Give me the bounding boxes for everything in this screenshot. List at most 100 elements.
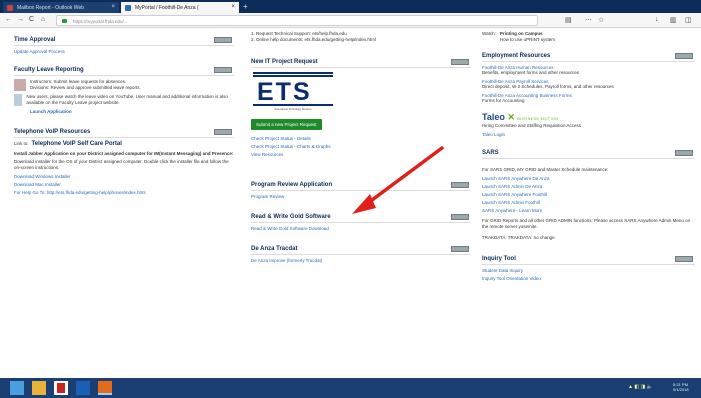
read-write-panel: Read & Write Gold Software Read & Write … xyxy=(251,211,471,231)
sars-note: For GRID Reports and all other GRID ADMI… xyxy=(482,218,691,229)
launch-application-link[interactable]: Launch Application xyxy=(30,109,234,114)
panel-title: Time Approval xyxy=(14,34,234,46)
leave-icon xyxy=(14,79,26,91)
address-bar[interactable]: https://myportal.fhda.edu/... xyxy=(56,15,538,26)
word-icon[interactable] xyxy=(76,381,90,395)
close-tab-icon[interactable]: × xyxy=(111,4,115,10)
status-details-link[interactable]: Check Project Status - Details xyxy=(251,136,471,141)
panel-controls-icon[interactable] xyxy=(675,53,693,59)
ets-logo: ETS Educational Technology Services xyxy=(253,71,333,113)
reload-button[interactable]: C xyxy=(29,16,34,23)
link-to-label: Link to: xyxy=(14,141,29,146)
accounting-desc: Forms for Accounting xyxy=(482,98,525,103)
tab-title: Mailbox Report - Outlook Web xyxy=(17,5,84,11)
system-tray-icons[interactable]: ▲ ◧ ◨ 🔈 xyxy=(628,384,653,390)
windows-taskbar: ▲ ◧ ◨ 🔈 5:21 PM 5/1/2018 xyxy=(0,378,701,398)
read-write-download-link[interactable]: Read & Write Gold Software Download xyxy=(251,226,471,231)
sars-link[interactable]: Launch SARS Admin Foothill xyxy=(482,200,695,205)
program-review-link[interactable]: Program Review xyxy=(251,194,471,199)
sidebar-icon[interactable]: ◫ xyxy=(685,16,692,24)
outlook-icon xyxy=(7,5,13,11)
update-approval-link[interactable]: Update Approval Process xyxy=(14,49,234,54)
panel-controls-icon[interactable] xyxy=(675,150,693,156)
it-request-panel: New IT Project Request ETS Educational T… xyxy=(251,56,471,157)
help-docs-item[interactable]: 2. Online help documents: ets.fhda.edu/g… xyxy=(251,37,471,43)
tracdat-panel: De Anza Tracdat De Anza Improve (formerl… xyxy=(251,243,471,263)
jabber-instructions: Download installer for the OS of your Di… xyxy=(14,159,229,170)
printing-sub: How to use uPRINT system xyxy=(499,37,556,42)
sars-link[interactable]: Launch SARS Anywhere Foothill xyxy=(482,192,695,197)
portal-icon xyxy=(125,5,131,11)
panel-title: Read & Write Gold Software xyxy=(251,211,471,223)
panel-title: SARS xyxy=(482,147,695,159)
new-users-text: New users, please watch the leave video … xyxy=(26,94,228,105)
tracdat-link[interactable]: De Anza Improve (formerly Tracdat) xyxy=(251,258,471,263)
panel-controls-icon[interactable] xyxy=(675,256,693,262)
divisions-text: Divisions: Review and approve submitted … xyxy=(30,85,141,90)
hr-desc: Benefits, employment forms and other res… xyxy=(482,70,580,75)
back-button[interactable]: ← xyxy=(5,16,12,23)
submit-request-button[interactable]: Submit a new Project Request xyxy=(251,119,322,130)
library-icon[interactable]: ▥ xyxy=(670,16,677,24)
panel-title: New IT Project Request xyxy=(251,56,471,68)
student-inquiry-link[interactable]: Student Data Inquiry xyxy=(482,268,695,273)
sars-link[interactable]: Launch SARS Admin De Anza xyxy=(482,184,695,189)
clock: 5:21 PM 5/1/2018 xyxy=(673,382,689,392)
bookmark-star-icon[interactable]: ☆ xyxy=(598,16,604,24)
panel-controls-icon[interactable] xyxy=(214,129,232,135)
taleo-login-link[interactable]: Taleo Login xyxy=(482,132,695,137)
watch-label: Watch: xyxy=(482,31,496,36)
url-text: https://myportal.fhda.edu/... xyxy=(73,19,128,24)
windows-installer-link[interactable]: Download Windows Installer xyxy=(14,174,234,179)
firefox-icon[interactable] xyxy=(98,381,112,395)
panel-controls-icon[interactable] xyxy=(451,214,469,220)
left-column: Time Approval Update Approval Process Fa… xyxy=(14,28,234,198)
status-charts-link[interactable]: Check Project Status - Charts & Graphs xyxy=(251,144,471,149)
home-button[interactable]: ⌂ xyxy=(41,16,45,23)
time-approval-panel: Time Approval Update Approval Process xyxy=(14,34,234,54)
page-actions-icon[interactable]: ▤ xyxy=(565,16,572,24)
program-review-panel: Program Review Application Program Revie… xyxy=(251,179,471,199)
panel-controls-icon[interactable] xyxy=(214,37,232,43)
lock-icon xyxy=(62,19,67,23)
more-icon[interactable]: ⋯ xyxy=(585,16,592,24)
inquiry-video-link[interactable]: Inquiry Tool Orientation Video xyxy=(482,276,695,281)
tab-myportal[interactable]: MyPortal / Foothill-De Anza ( × xyxy=(121,2,239,13)
view-resources-link[interactable]: View Resources xyxy=(251,152,471,157)
video-icon xyxy=(14,94,23,106)
panel-title: Employment Resources xyxy=(482,50,695,62)
browser-tab-bar: Mailbox Report - Outlook Web × MyPortal … xyxy=(0,0,701,13)
voip-help-link[interactable]: For Help Go To: http://ets.fhda.edu/gett… xyxy=(14,190,234,195)
inquiry-panel: Inquiry Tool Student Data Inquiry Inquir… xyxy=(482,253,695,281)
watch-section: Watch: Printing on Campus How to use uPR… xyxy=(482,31,695,43)
sars-link[interactable]: Launch SARS Anywhere De Anza xyxy=(482,176,695,181)
voip-panel: Telephone VoIP Resources Link to: Teleph… xyxy=(14,126,234,195)
forward-button[interactable]: → xyxy=(17,16,24,23)
panel-title: Faculty Leave Reporting xyxy=(14,64,234,76)
panel-controls-icon[interactable] xyxy=(451,59,469,65)
voip-portal-link[interactable]: Telephone VoIP Self Care Portal xyxy=(32,141,122,147)
new-tab-button[interactable]: + xyxy=(243,2,248,11)
middle-column: 1. Request Technical Support: ets/help.f… xyxy=(251,28,471,266)
sars-panel: SARS For SARS GRID, MY GRID and Master S… xyxy=(482,147,695,241)
panel-title: Inquiry Tool xyxy=(482,253,695,265)
portal-content: Time Approval Update Approval Process Fa… xyxy=(0,28,701,378)
pdf-app-icon[interactable] xyxy=(54,381,68,395)
panel-title: De Anza Tracdat xyxy=(251,243,471,255)
start-button[interactable] xyxy=(10,381,24,395)
mac-installer-link[interactable]: Download Mac Installer xyxy=(14,182,234,187)
panel-controls-icon[interactable] xyxy=(214,67,232,73)
panel-controls-icon[interactable] xyxy=(451,182,469,188)
browser-nav-bar: ← → C ⌂ https://myportal.fhda.edu/... ▤ … xyxy=(0,13,701,28)
sars-link[interactable]: SARS Anywhere - Learn More xyxy=(482,208,695,213)
panel-controls-icon[interactable] xyxy=(451,246,469,252)
downloads-icon[interactable]: ↓ xyxy=(655,16,659,23)
sars-status: TRAKDATA: TRAKDATA: no change xyxy=(482,235,555,240)
close-tab-icon[interactable]: × xyxy=(231,4,235,10)
tab-mailbox[interactable]: Mailbox Report - Outlook Web × xyxy=(3,2,119,13)
employment-panel: Employment Resources Foothill-De Anza Hu… xyxy=(482,50,695,137)
jabber-heading: Install Jabber Application on your Distr… xyxy=(14,151,234,156)
file-explorer-icon[interactable] xyxy=(32,381,46,395)
payroll-desc: Direct deposit, W-2 Schedules, Payroll f… xyxy=(482,84,614,89)
panel-title: Program Review Application xyxy=(251,179,471,191)
